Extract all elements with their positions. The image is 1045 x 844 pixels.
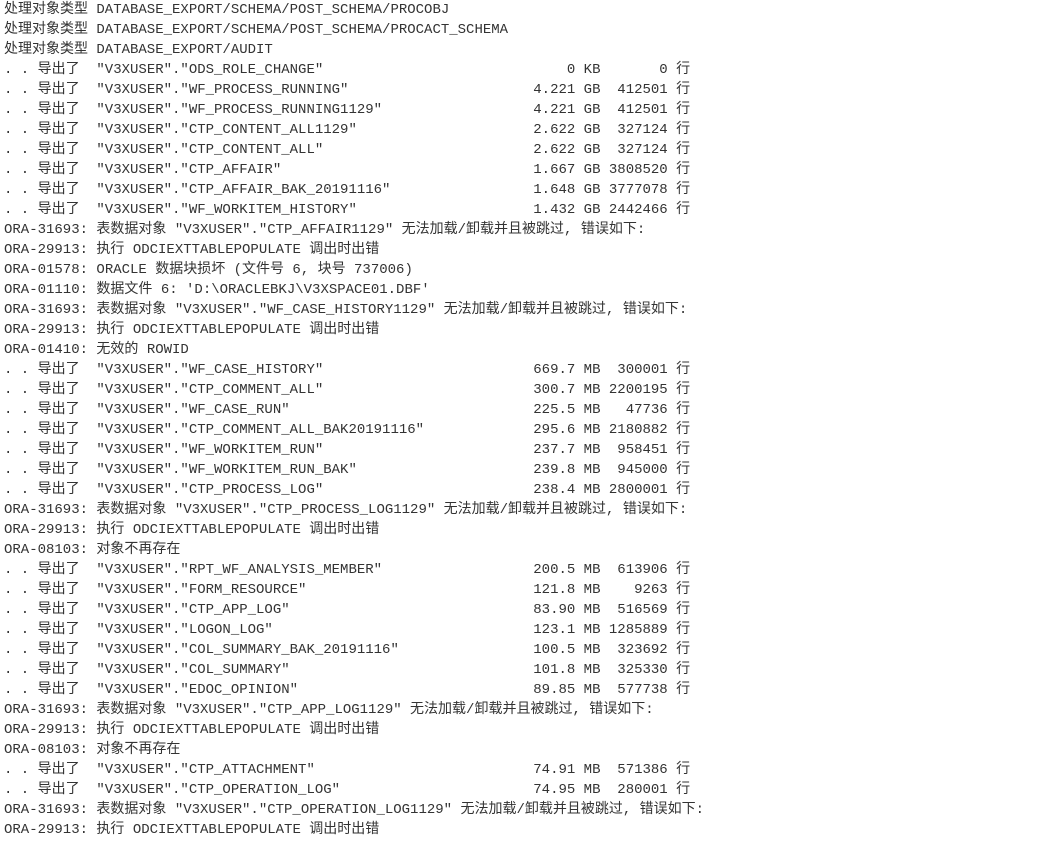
export-log: 处理对象类型 DATABASE_EXPORT/SCHEMA/POST_SCHEM… (0, 0, 1045, 844)
